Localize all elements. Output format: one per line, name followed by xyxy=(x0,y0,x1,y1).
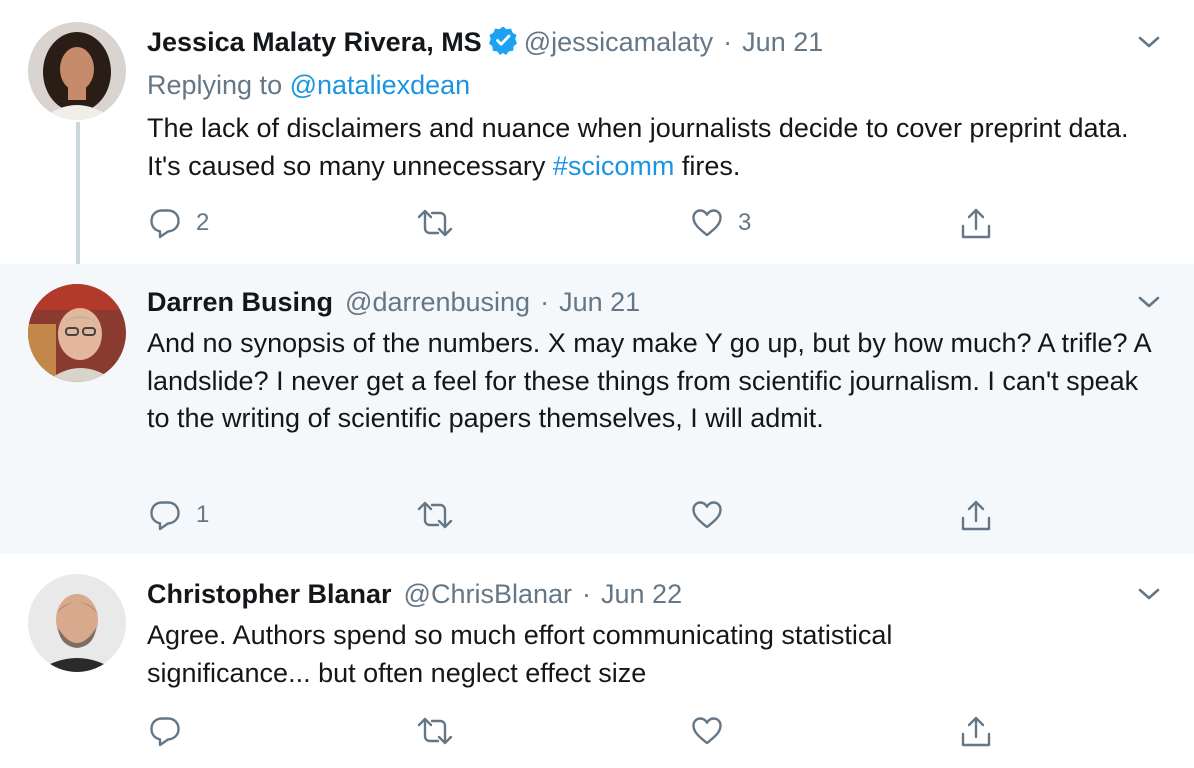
reply-count: 1 xyxy=(196,501,210,528)
share-icon xyxy=(958,498,994,534)
handle[interactable]: @darrenbusing xyxy=(345,287,530,317)
action-bar: 1 xyxy=(0,494,1194,534)
chevron-down-icon[interactable] xyxy=(1135,580,1163,608)
retweet-icon xyxy=(416,714,454,748)
share-button[interactable] xyxy=(958,206,994,242)
retweet-icon xyxy=(416,498,454,532)
like-icon xyxy=(690,206,724,240)
tweet-text: And no synopsis of the numbers. X may ma… xyxy=(147,328,1151,433)
avatar[interactable] xyxy=(28,22,126,120)
verified-badge-icon xyxy=(488,25,518,64)
retweet-button[interactable] xyxy=(416,206,468,240)
replying-to-link[interactable]: @nataliexdean xyxy=(290,70,471,100)
reply-button[interactable] xyxy=(148,714,196,748)
avatar[interactable] xyxy=(28,284,126,382)
like-count: 3 xyxy=(738,209,752,236)
share-button[interactable] xyxy=(958,714,994,750)
separator: · xyxy=(540,287,550,317)
tweet[interactable]: Jessica Malaty Rivera, MS @jessicamalaty ·… xyxy=(0,0,1194,264)
avatar[interactable] xyxy=(28,574,126,672)
tweet-text: Agree. Authors spend so much effort comm… xyxy=(147,620,893,688)
hashtag-link[interactable]: #scicomm xyxy=(553,151,675,181)
tweet[interactable]: Darren Busing @darrenbusing · Jun 21 And no… xyxy=(0,264,1194,554)
handle[interactable]: @ChrisBlanar xyxy=(404,579,572,609)
share-button[interactable] xyxy=(958,498,994,534)
tweet[interactable]: Christopher Blanar @ChrisBlanar · Jun 22 Ag… xyxy=(0,554,1194,768)
retweet-button[interactable] xyxy=(416,714,468,748)
display-name[interactable]: Christopher Blanar xyxy=(147,579,392,609)
share-icon xyxy=(958,206,994,242)
tweet-header: Christopher Blanar @ChrisBlanar · Jun 22 xyxy=(147,576,682,612)
like-icon xyxy=(690,714,724,748)
like-button[interactable]: 3 xyxy=(690,206,751,240)
tweet-header: Darren Busing @darrenbusing · Jun 21 xyxy=(147,284,640,320)
chevron-down-icon[interactable] xyxy=(1135,28,1163,56)
timestamp[interactable]: Jun 21 xyxy=(559,287,640,317)
tweet-header: Jessica Malaty Rivera, MS @jessicamalaty ·… xyxy=(147,24,823,64)
retweet-icon xyxy=(416,206,454,240)
retweet-button[interactable] xyxy=(416,498,468,532)
display-name[interactable]: Jessica Malaty Rivera, MS xyxy=(147,27,482,57)
share-icon xyxy=(958,714,994,750)
chevron-down-icon[interactable] xyxy=(1135,288,1163,316)
tweet-text-part: fires. xyxy=(674,150,741,181)
action-bar xyxy=(0,710,1194,750)
replying-prefix: Replying to xyxy=(147,70,283,100)
timestamp[interactable]: Jun 22 xyxy=(601,579,682,609)
handle[interactable]: @jessicamalaty xyxy=(524,27,713,57)
reply-icon xyxy=(148,498,182,532)
timestamp[interactable]: Jun 21 xyxy=(742,27,823,57)
reply-icon xyxy=(148,714,182,748)
tweet-text: The lack of disclaimers and nuance when … xyxy=(147,110,1167,185)
reply-button[interactable]: 2 xyxy=(148,206,209,240)
separator: · xyxy=(582,579,592,609)
reply-count: 2 xyxy=(196,209,210,236)
separator: · xyxy=(723,27,733,57)
like-button[interactable] xyxy=(690,714,738,748)
replying-to: Replying to @nataliexdean xyxy=(147,67,470,103)
like-button[interactable] xyxy=(690,498,738,532)
action-bar: 2 3 xyxy=(0,202,1194,242)
display-name[interactable]: Darren Busing xyxy=(147,287,333,317)
like-icon xyxy=(690,498,724,532)
reply-icon xyxy=(148,206,182,240)
reply-button[interactable]: 1 xyxy=(148,498,209,532)
